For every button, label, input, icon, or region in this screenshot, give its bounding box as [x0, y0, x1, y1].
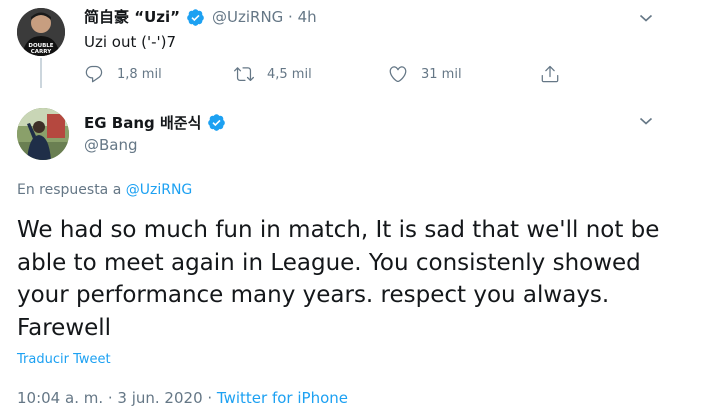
avatar-uzi[interactable]: DOUBLE CARRY [17, 8, 65, 56]
avatar-bang[interactable] [17, 108, 69, 160]
like-button[interactable]: 31 mil [388, 64, 462, 84]
reply-to-link[interactable]: @UziRNG [126, 182, 193, 198]
retweet-count: 4,5 mil [267, 66, 312, 82]
tweet-source-link[interactable]: Twitter for iPhone [217, 389, 348, 407]
parent-display-name[interactable]: 简自豪 “Uzi” [84, 7, 180, 27]
main-display-name[interactable]: EG Bang 배준식 [84, 112, 201, 134]
parent-handle-time: @UziRNG · 4h [212, 8, 317, 26]
heart-icon [389, 66, 407, 83]
parent-tweet-text: Uzi out ('-')7 [84, 33, 177, 51]
tweet-timestamp[interactable]: 10:04 a. m. · 3 jun. 2020 · [17, 389, 217, 407]
share-button[interactable] [540, 64, 560, 84]
verified-badge-icon [187, 9, 204, 26]
translate-tweet-link[interactable]: Traducir Tweet [17, 350, 111, 370]
reply-icon [85, 65, 103, 83]
retweet-button[interactable]: 4,5 mil [234, 64, 312, 84]
like-count: 31 mil [421, 66, 462, 82]
avatar-shirt-text-2: CARRY [31, 49, 52, 55]
avatar-bang-image [17, 108, 69, 160]
main-tweet-text: We had so much fun in match, It is sad t… [17, 217, 660, 341]
share-icon [541, 65, 559, 83]
avatar-uzi-image: DOUBLE CARRY [17, 8, 65, 56]
chevron-down-icon[interactable] [638, 10, 654, 26]
thread-line [40, 58, 42, 88]
retweet-icon [234, 67, 254, 82]
chevron-down-icon[interactable] [638, 113, 654, 129]
main-handle[interactable]: @Bang [84, 135, 138, 155]
reply-count: 1,8 mil [117, 66, 162, 82]
reply-button[interactable]: 1,8 mil [84, 64, 162, 84]
verified-badge-icon [208, 114, 225, 131]
tweet-meta: 10:04 a. m. · 3 jun. 2020 · Twitter for … [17, 388, 348, 408]
reply-context: En respuesta a @UziRNG [17, 180, 192, 200]
reply-context-prefix: En respuesta a [17, 182, 126, 198]
